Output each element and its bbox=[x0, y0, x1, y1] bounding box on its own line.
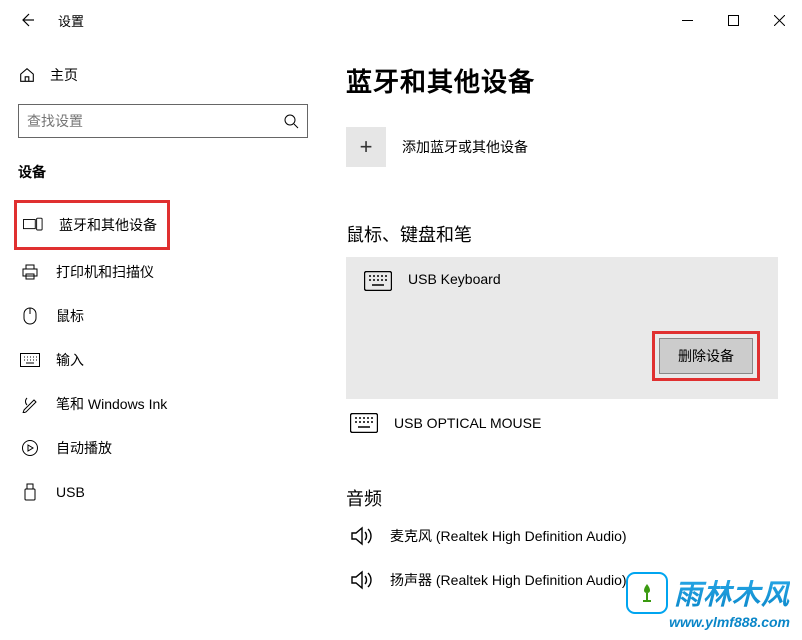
close-button[interactable] bbox=[756, 5, 802, 35]
arrow-left-icon bbox=[18, 11, 36, 29]
window-controls bbox=[664, 5, 802, 35]
logo-brand-text: 雨林木风 bbox=[674, 573, 790, 613]
devices-icon bbox=[23, 217, 43, 233]
autoplay-icon bbox=[21, 439, 39, 457]
usb-icon bbox=[24, 483, 36, 501]
maximize-button[interactable] bbox=[710, 5, 756, 35]
device-item[interactable]: USB OPTICAL MOUSE bbox=[346, 413, 802, 433]
back-button[interactable] bbox=[18, 11, 36, 29]
sidebar-item-label: 输入 bbox=[56, 350, 84, 370]
close-icon bbox=[774, 15, 785, 26]
sidebar-item-printers[interactable]: 打印机和扫描仪 bbox=[18, 250, 306, 294]
device-name: USB OPTICAL MOUSE bbox=[394, 415, 541, 431]
search-icon bbox=[283, 113, 299, 129]
sidebar-home-label: 主页 bbox=[50, 65, 78, 85]
sidebar-item-bluetooth[interactable]: 蓝牙和其他设备 bbox=[21, 203, 167, 247]
sidebar-item-label: 蓝牙和其他设备 bbox=[59, 215, 157, 235]
minimize-button[interactable] bbox=[664, 5, 710, 35]
add-device-label: 添加蓝牙或其他设备 bbox=[402, 137, 528, 157]
search-box[interactable] bbox=[18, 104, 308, 138]
pen-icon bbox=[21, 395, 39, 413]
device-item[interactable]: 麦克风 (Realtek High Definition Audio) bbox=[346, 525, 802, 547]
highlight-box-remove: 删除设备 bbox=[652, 331, 760, 381]
add-device-button[interactable]: + 添加蓝牙或其他设备 bbox=[346, 127, 802, 167]
section-header-audio: 音频 bbox=[346, 485, 802, 511]
remove-device-button[interactable]: 删除设备 bbox=[659, 338, 753, 374]
device-name: USB Keyboard bbox=[408, 271, 501, 287]
mouse-icon bbox=[23, 307, 37, 325]
sidebar-home[interactable]: 主页 bbox=[18, 58, 306, 92]
keyboard-icon bbox=[350, 413, 378, 433]
search-input[interactable] bbox=[27, 113, 283, 129]
logo-url-text: www.ylmf888.com bbox=[669, 614, 790, 630]
speaker-icon bbox=[350, 569, 374, 591]
keyboard-icon bbox=[20, 353, 40, 367]
minimize-icon bbox=[682, 15, 693, 26]
watermark-logo: 雨林木风 www.ylmf888.com bbox=[626, 572, 790, 630]
plus-icon: + bbox=[346, 127, 386, 167]
highlight-box-sidebar: 蓝牙和其他设备 bbox=[14, 200, 170, 250]
speaker-icon bbox=[350, 525, 374, 547]
sidebar-item-label: 打印机和扫描仪 bbox=[56, 262, 154, 282]
device-name: 扬声器 (Realtek High Definition Audio) bbox=[390, 570, 627, 590]
sidebar: 主页 设备 蓝牙和其他设备 bbox=[0, 40, 320, 640]
sidebar-item-mouse[interactable]: 鼠标 bbox=[18, 294, 306, 338]
device-name: 麦克风 (Realtek High Definition Audio) bbox=[390, 526, 627, 546]
page-title: 蓝牙和其他设备 bbox=[346, 62, 802, 99]
printer-icon bbox=[21, 263, 39, 281]
device-item-selected[interactable]: USB Keyboard 删除设备 bbox=[346, 257, 778, 399]
maximize-icon bbox=[728, 15, 739, 26]
sidebar-item-pen[interactable]: 笔和 Windows Ink bbox=[18, 382, 306, 426]
sidebar-item-label: 鼠标 bbox=[56, 306, 84, 326]
titlebar: 设置 bbox=[0, 0, 802, 40]
sidebar-section-label: 设备 bbox=[18, 162, 306, 182]
keyboard-icon bbox=[364, 271, 392, 291]
home-icon bbox=[18, 66, 36, 84]
sidebar-item-label: USB bbox=[56, 484, 85, 500]
main-content: 蓝牙和其他设备 + 添加蓝牙或其他设备 鼠标、键盘和笔 USB Keyboard… bbox=[320, 40, 802, 640]
section-header-input-devices: 鼠标、键盘和笔 bbox=[346, 221, 802, 247]
logo-badge-icon bbox=[626, 572, 668, 614]
sidebar-item-usb[interactable]: USB bbox=[18, 470, 306, 514]
sidebar-item-typing[interactable]: 输入 bbox=[18, 338, 306, 382]
window-title: 设置 bbox=[58, 11, 84, 30]
sidebar-item-autoplay[interactable]: 自动播放 bbox=[18, 426, 306, 470]
sidebar-item-label: 笔和 Windows Ink bbox=[56, 394, 167, 414]
sidebar-item-label: 自动播放 bbox=[56, 438, 112, 458]
